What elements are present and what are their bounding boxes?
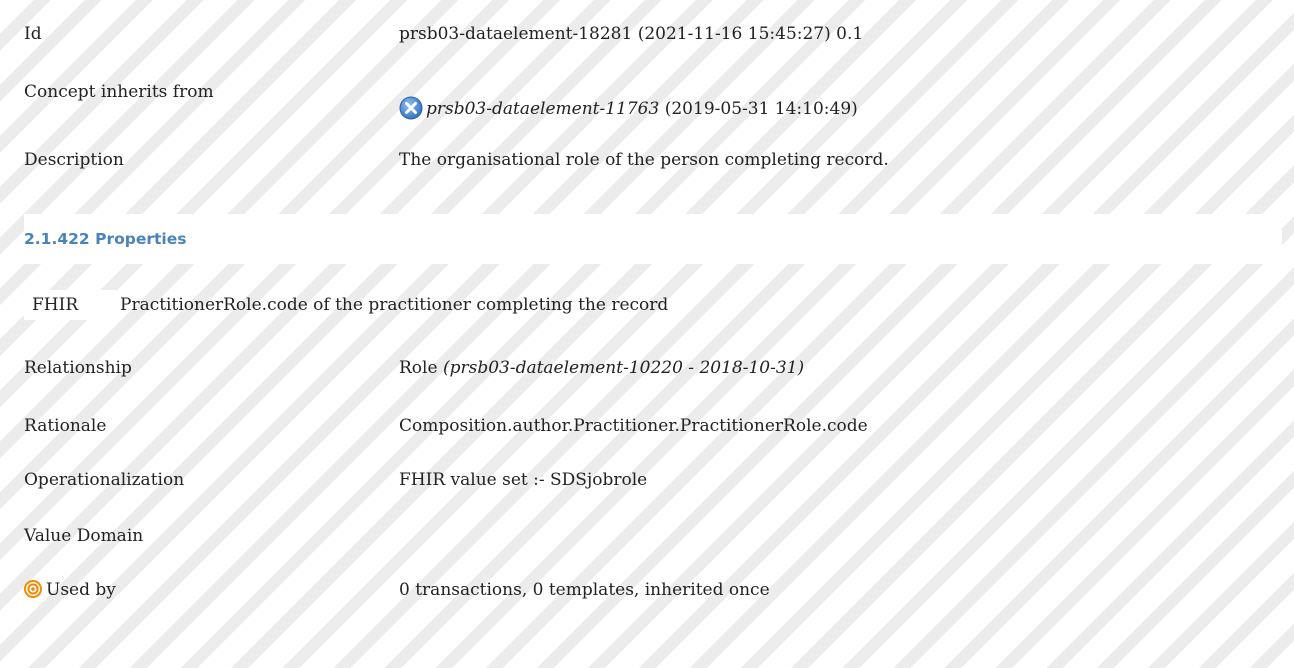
fhir-text: PractitionerRole.code of the practitione… — [120, 295, 669, 315]
operationalization-label: Operationalization — [24, 470, 185, 490]
rationale-label: Rationale — [24, 416, 107, 436]
used-by-label-wrap: Used by — [24, 580, 399, 600]
operationalization-value: FHIR value set :- SDSjobrole — [399, 470, 648, 490]
relationship-label: Relationship — [24, 358, 132, 378]
inherits-ref-id[interactable]: prsb03-dataelement-11763 — [426, 99, 659, 119]
used-by-label: Used by — [46, 580, 116, 600]
rationale-row: Rationale Composition.author.Practitione… — [24, 416, 868, 436]
id-label: Id — [24, 24, 42, 44]
rationale-value: Composition.author.Practitioner.Practiti… — [399, 416, 868, 436]
used-by-value: 0 transactions, 0 templates, inherited o… — [399, 580, 770, 600]
id-row: Id prsb03-dataelement-18281 (2021-11-16 … — [24, 24, 863, 44]
section-heading: 2.1.422 Properties — [24, 230, 187, 248]
inherits-ref-date: (2019-05-31 14:10:49) — [664, 99, 858, 119]
id-value: prsb03-dataelement-18281 (2021-11-16 15:… — [399, 24, 864, 44]
relationship-role: Role — [399, 358, 438, 378]
relationship-value: Role (prsb03-dataelement-10220 - 2018-10… — [399, 358, 804, 378]
relationship-ref[interactable]: (prsb03-dataelement-10220 - 2018-10-31) — [443, 358, 804, 378]
target-icon[interactable] — [24, 580, 42, 598]
used-by-row: Used by 0 transactions, 0 templates, inh… — [24, 580, 770, 600]
inherits-label: Concept inherits from — [24, 82, 214, 102]
fhir-row: FHIR PractitionerRole.code of the practi… — [24, 290, 668, 320]
description-row: Description The organisational role of t… — [24, 150, 889, 170]
section-band — [24, 214, 1282, 264]
description-value: The organisational role of the person co… — [399, 150, 889, 170]
value-domain-label: Value Domain — [24, 526, 144, 546]
inherits-value: prsb03-dataelement-11763 (2019-05-31 14:… — [399, 82, 858, 120]
relationship-row: Relationship Role (prsb03-dataelement-10… — [24, 358, 804, 378]
close-circle-icon[interactable] — [399, 96, 423, 120]
fhir-badge: FHIR — [24, 290, 116, 320]
inherits-row: Concept inherits from prsb03-dataelement… — [24, 82, 858, 120]
value-domain-row: Value Domain — [24, 526, 399, 546]
description-label: Description — [24, 150, 124, 170]
operationalization-row: Operationalization FHIR value set :- SDS… — [24, 470, 647, 490]
